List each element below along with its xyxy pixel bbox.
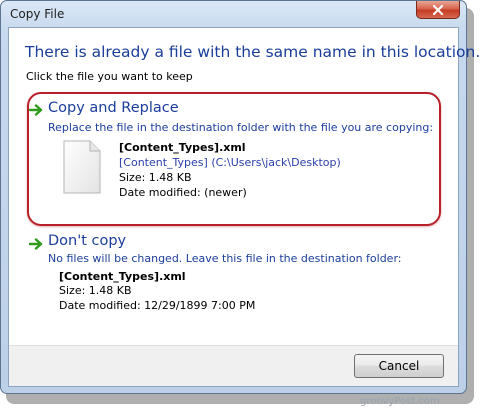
- dialog-footer: Cancel: [9, 345, 458, 386]
- dialog-instruction: Click the file you want to keep: [26, 70, 193, 83]
- dialog-heading: There is already a file with the same na…: [25, 43, 481, 61]
- existing-file-date: Date modified: 12/29/1899 7:00 PM: [59, 299, 256, 312]
- close-button[interactable]: [416, 1, 460, 19]
- dialog-content: There is already a file with the same na…: [8, 27, 480, 387]
- existing-file-size: Size: 1.48 KB: [59, 284, 132, 297]
- highlight-annotation: [27, 92, 441, 226]
- green-arrow-icon: [29, 238, 43, 250]
- watermark: groovyPost.com: [360, 396, 440, 407]
- dont-copy-title: Don't copy: [48, 233, 127, 249]
- copy-file-dialog: Copy File There is already a file with t…: [0, 0, 480, 394]
- dont-copy-description: No files will be changed. Leave this fil…: [48, 252, 402, 265]
- window-title: Copy File: [10, 7, 65, 21]
- cancel-button[interactable]: Cancel: [354, 354, 444, 378]
- existing-file-name: [Content_Types].xml: [59, 270, 186, 283]
- close-icon: [432, 4, 444, 15]
